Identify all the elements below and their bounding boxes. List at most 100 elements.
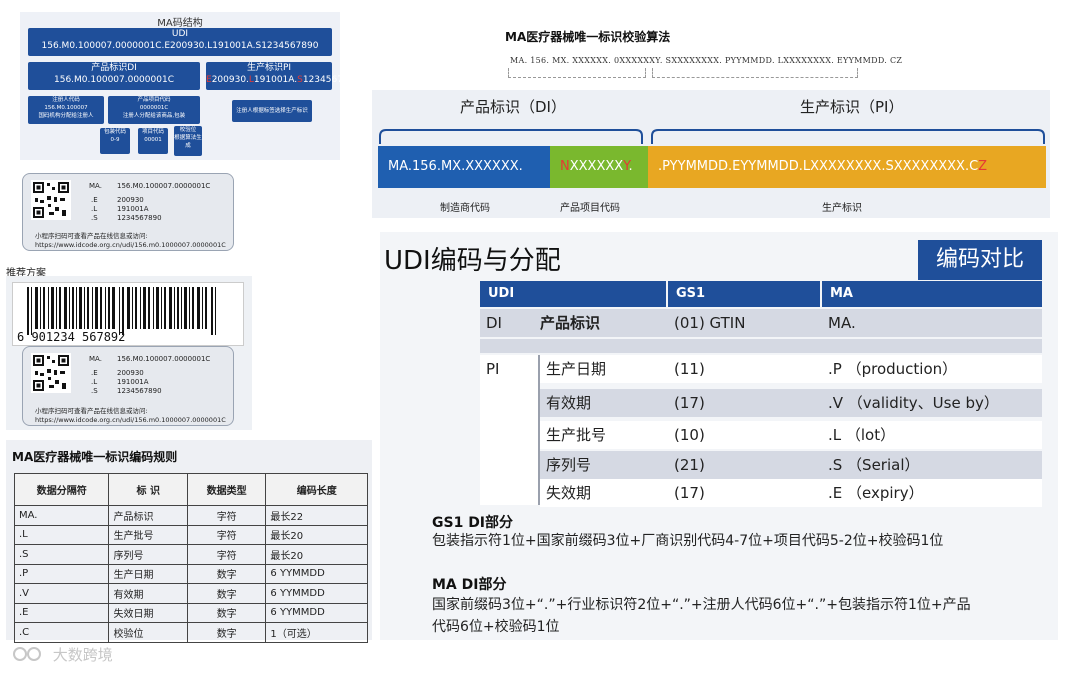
di-box: 产品标识DI 156.M0.100007.0000001C xyxy=(28,62,200,90)
rules-cell: .P xyxy=(13,563,110,584)
pi-row-name: 序列号 xyxy=(546,456,592,474)
rules-cell: .C xyxy=(13,622,110,643)
card2-e-value: 200930 xyxy=(117,369,144,377)
pi-row-name: 生产日期 xyxy=(546,360,607,378)
udi-value: 156.M0.100007.0000001C.E200930.L191001A.… xyxy=(41,41,319,51)
table-row xyxy=(540,421,1042,449)
item-code-box: 项目代码 00001 xyxy=(138,128,168,154)
card1-foot-2[interactable]: https://www.idcode.org.cn/udi/156.m0.100… xyxy=(35,241,226,250)
udi-box: UDI 156.M0.100007.0000001C.E200930.L1910… xyxy=(28,28,332,56)
table-row xyxy=(540,355,1042,383)
card1-s-key: .S xyxy=(91,214,98,222)
compare-header-ma: MA xyxy=(822,281,1042,307)
product-code-desc: 注册人分配给该商品,包装 xyxy=(122,113,186,119)
item-code-value: 00001 xyxy=(144,137,162,143)
seg2-dot: . xyxy=(628,159,633,174)
di-row-name: 产品标识 xyxy=(540,314,601,332)
rules-cell: 数字 xyxy=(186,563,267,584)
table-row: .V 有效期 数字 6 YYMMDD xyxy=(13,583,368,604)
algorithm-bracket-pi xyxy=(652,68,858,78)
di-section-label: 产品标识（DI） xyxy=(460,98,566,116)
table-row: .S 序列号 字符 最长20 xyxy=(13,544,368,565)
barcode-icon: 6 901234 567892 xyxy=(17,287,216,344)
ma-structure-title: MA码结构 xyxy=(157,18,203,29)
rules-header-row: 数据分隔符 标 识 数据类型 编码长度 xyxy=(13,473,368,506)
gs1-di-heading: GS1 DI部分 xyxy=(432,515,514,531)
rules-header-cell: 数据类型 xyxy=(186,473,267,506)
manufacturer-code-segment: MA.156.MX.XXXXXX. xyxy=(378,146,550,188)
rules-cell: 6 YYMMDD xyxy=(265,602,368,623)
card1-e-key: .E xyxy=(91,196,98,204)
pi-row-gs1: (17) xyxy=(674,484,705,502)
registrant-code-box: 注册人代码 156.M0.100007 国码机构分配给注册人 xyxy=(28,96,104,124)
card1-foot-1: 小程序扫码可查看产品在线信息或访问: xyxy=(35,232,148,240)
card1-s-value: 1234567890 xyxy=(117,214,162,222)
item-code-title: 项目代码 xyxy=(141,129,164,135)
pi-row-name: 生产批号 xyxy=(546,426,607,444)
rules-cell: 生产日期 xyxy=(108,563,188,584)
card2-l-key: .L xyxy=(91,378,98,386)
watermark: 大数跨境 xyxy=(12,644,113,665)
di-value: 156.M0.100007.0000001C xyxy=(54,75,174,85)
table-row: MA. 产品标识 字符 最长22 xyxy=(13,505,368,526)
pi-desc-box: 注册人根据标签选择生产标识 xyxy=(232,100,312,122)
barcode-digits: 6 901234 567892 xyxy=(17,330,125,344)
product-code-title: 产品项目代码 xyxy=(137,97,171,103)
rules-cell: 1（可选） xyxy=(265,622,368,643)
rules-cell: .V xyxy=(13,583,110,604)
rules-cell: 数字 xyxy=(186,602,267,623)
card2-s-value: 1234567890 xyxy=(117,387,162,395)
registrant-code-title: 注册人代码 xyxy=(52,97,80,103)
rules-cell: 6 YYMMDD xyxy=(265,563,368,584)
product-item-code-segment: NXXXXXXY. xyxy=(550,146,648,188)
rules-table: 数据分隔符 标 识 数据类型 编码长度 MA. 产品标识 字符 最长22 .L 生产批号… xyxy=(13,473,368,643)
rules-cell: 产品标识 xyxy=(108,505,188,526)
card2-foot-1: 小程序扫码可查看产品在线信息或访问: xyxy=(35,407,148,415)
qr-code-icon xyxy=(31,353,71,393)
comparison-tag: 编码对比 xyxy=(918,240,1042,280)
card2-s-key: .S xyxy=(91,387,98,395)
pi-row-gs1: (11) xyxy=(674,360,705,378)
rules-cell: .E xyxy=(13,602,110,623)
registrant-code-desc: 国码机构分配给注册人 xyxy=(38,113,94,119)
rules-title: MA医疗器械唯一标识编码规则 xyxy=(12,450,178,464)
pi-e-val: 200930. xyxy=(211,75,249,85)
compare-header-gs1: GS1 xyxy=(668,281,820,307)
algorithm-bracket-di xyxy=(508,68,646,78)
product-code-value: 0000001C xyxy=(139,105,169,111)
algorithm-title: MA医疗器械唯一标识校验算法 xyxy=(505,30,671,44)
pi-row-ma: .E （expiry） xyxy=(828,484,924,502)
card2-foot-2[interactable]: https://www.idcode.org.cn/udi/156.m0.100… xyxy=(35,416,226,425)
udi-label: UDI xyxy=(171,29,189,39)
qr-code-icon xyxy=(31,180,71,220)
pi-label: 生产标识PI xyxy=(246,63,292,73)
pi-row-ma: .V （validity、Use by） xyxy=(828,394,999,412)
pi-desc: 注册人根据标签选择生产标识 xyxy=(236,108,308,114)
pi-l-val: 191001A. xyxy=(253,75,298,85)
product-code-box: 产品项目代码 0000001C 注册人分配给该商品,包装 xyxy=(108,96,200,124)
check-digit-box: 校验位 根据算法生成 xyxy=(174,126,202,156)
rules-cell: .L xyxy=(13,524,110,545)
seg2-n: N xyxy=(560,159,570,174)
table-row: .P 生产日期 数字 6 YYMMDD xyxy=(13,563,368,584)
registrant-code-value: 156.M0.100007 xyxy=(44,105,88,111)
pi-row-ma: .S （Serial） xyxy=(828,456,920,474)
card1-ma-value: 156.M0.100007.0000001C xyxy=(117,182,211,190)
card1-l-key: .L xyxy=(91,205,98,213)
pi-section-label: 生产标识（PI） xyxy=(800,98,904,116)
table-row xyxy=(540,479,1042,507)
table-row xyxy=(540,451,1042,479)
card2-e-key: .E xyxy=(91,369,98,377)
section-brackets xyxy=(379,129,1045,144)
production-id-segment: .PYYMMDD.EYYMMDD.LXXXXXXXX.SXXXXXXXX.CZ xyxy=(648,146,1046,188)
di-row-label: DI xyxy=(486,314,502,332)
card1-ma-key: MA. xyxy=(89,182,102,190)
label-card-2: MA. 156.M0.100007.0000001C .E 200930 .L … xyxy=(22,346,234,426)
algorithm-code-line: MA. 156. MX. XXXXXX. 0XXXXXXY. SXXXXXXXX… xyxy=(510,56,903,65)
table-row: .E 失效日期 数字 6 YYMMDD xyxy=(13,602,368,623)
di-row-ma: MA. xyxy=(828,314,856,332)
package-code-box: 包装代码 0-9 xyxy=(100,128,130,154)
seg2-mid: XXXXXX xyxy=(569,159,624,174)
pi-row-gs1: (21) xyxy=(674,456,705,474)
barcode: 6 901234 567892 xyxy=(12,282,244,346)
